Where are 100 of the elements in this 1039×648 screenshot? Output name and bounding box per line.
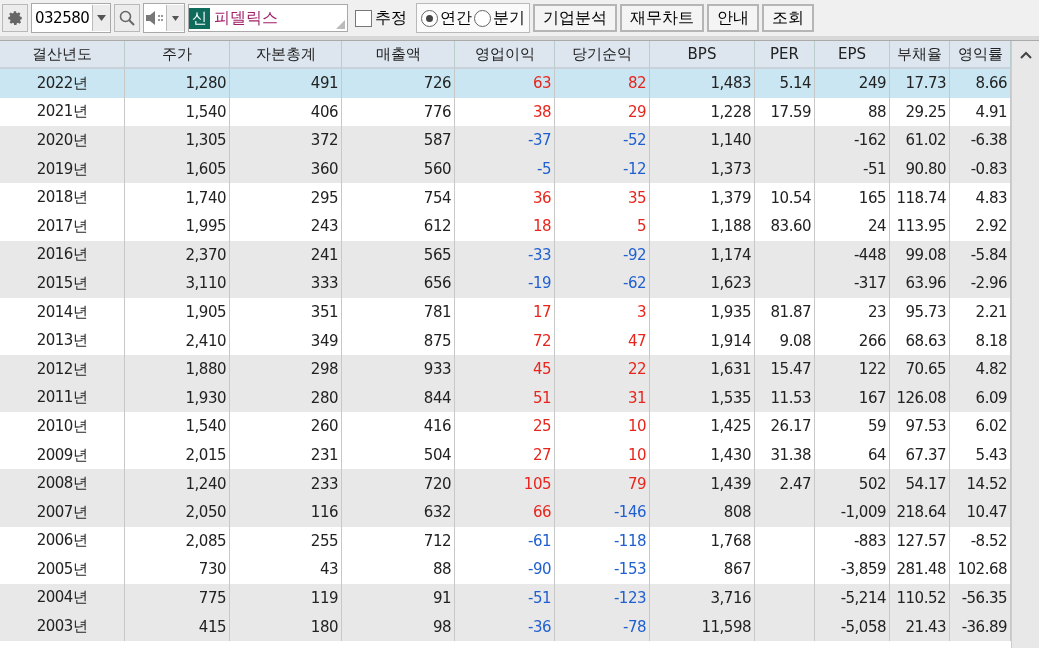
settings-button[interactable] xyxy=(2,4,28,32)
table-cell: 2,370 xyxy=(125,240,230,270)
table-cell: -5,214 xyxy=(815,583,890,613)
toolbar-button[interactable]: 기업분석 xyxy=(533,4,618,32)
stock-name: 피델릭스 xyxy=(214,7,279,29)
table-cell: 656 xyxy=(342,269,455,298)
table-cell: 21.43 xyxy=(890,612,950,641)
table-cell: 2007년 xyxy=(0,497,125,527)
table-cell: 560 xyxy=(342,154,455,184)
settings-icon xyxy=(6,9,24,27)
column-header: 당기순익 xyxy=(555,41,650,69)
table-cell: 2,050 xyxy=(125,497,230,527)
toolbar-button[interactable]: 재무차트 xyxy=(620,4,705,32)
table-cell: 2019년 xyxy=(0,154,125,184)
search-icon xyxy=(119,10,136,26)
caret-icon xyxy=(97,15,107,21)
stock-name-field[interactable]: 신 피델릭스 xyxy=(188,4,349,32)
table-cell: 126.08 xyxy=(890,383,950,413)
table-cell: -317 xyxy=(815,269,890,298)
stock-code: 032580 xyxy=(34,9,91,27)
table-cell: 51 xyxy=(455,383,555,413)
table-cell xyxy=(755,269,815,298)
table-cell xyxy=(755,240,815,270)
table-cell: -62 xyxy=(555,269,650,298)
radio-label: 연간 xyxy=(440,7,473,29)
table-cell: 1,240 xyxy=(125,469,230,498)
table-cell xyxy=(755,497,815,527)
table-cell: 5.14 xyxy=(755,69,815,98)
stock-code-combo[interactable]: 032580 xyxy=(31,3,112,33)
table-cell: 15.47 xyxy=(755,354,815,384)
table-cell: 70.65 xyxy=(890,354,950,384)
table-cell: 808 xyxy=(650,497,755,527)
table-cell: 233 xyxy=(230,469,342,498)
resize-grip-icon xyxy=(336,20,346,29)
table-cell: 2008년 xyxy=(0,469,125,498)
table-cell: 119 xyxy=(230,583,342,613)
table-cell: 1,140 xyxy=(650,126,755,155)
table-cell: 22 xyxy=(555,354,650,384)
table-cell: 8.66 xyxy=(950,69,1011,98)
dropdown-button[interactable] xyxy=(166,5,185,31)
table-cell: 360 xyxy=(230,154,342,184)
table-cell: -51 xyxy=(455,583,555,613)
table-cell: -123 xyxy=(555,583,650,613)
speaker-button[interactable] xyxy=(143,3,186,33)
toolbar-button[interactable]: 조회 xyxy=(762,4,815,32)
table-cell: -19 xyxy=(455,269,555,298)
table-cell: 66 xyxy=(455,497,555,527)
table-cell: -2.96 xyxy=(950,269,1011,298)
table-cell: 180 xyxy=(230,612,342,641)
table-cell: 1,880 xyxy=(125,354,230,384)
table-cell: -12 xyxy=(555,154,650,184)
table-cell: 105 xyxy=(455,469,555,498)
table-cell: 122 xyxy=(815,354,890,384)
table-cell: 333 xyxy=(230,269,342,298)
column-header: BPS xyxy=(650,41,755,69)
market-badge: 신 xyxy=(189,7,211,29)
table-cell: -33 xyxy=(455,240,555,270)
scrollbar[interactable] xyxy=(1011,41,1039,648)
table-cell: -5,058 xyxy=(815,612,890,641)
table-cell: 1,305 xyxy=(125,126,230,155)
table-cell: 1,174 xyxy=(650,240,755,270)
radio-button[interactable] xyxy=(421,9,439,27)
table-cell: 116 xyxy=(230,497,342,527)
table-cell: 632 xyxy=(342,497,455,527)
checkbox-label: 추정 xyxy=(375,7,408,29)
table-cell: 1,623 xyxy=(650,269,755,298)
toolbar-button[interactable]: 안내 xyxy=(707,4,760,32)
table-cell: 63 xyxy=(455,69,555,98)
table-cell: 218.64 xyxy=(890,497,950,527)
estimate-checkbox[interactable] xyxy=(355,9,373,27)
table-cell xyxy=(755,612,815,641)
table-cell: 2022년 xyxy=(0,69,125,98)
table-cell: 31 xyxy=(555,383,650,413)
table-cell: 167 xyxy=(815,383,890,413)
table-cell: 2012년 xyxy=(0,354,125,384)
table-cell: 1,439 xyxy=(650,469,755,498)
table-cell: -1,009 xyxy=(815,497,890,527)
table-cell: 726 xyxy=(342,69,455,98)
table-cell: 11,598 xyxy=(650,612,755,641)
radio-button[interactable] xyxy=(474,9,492,27)
table-cell: 1,535 xyxy=(650,383,755,413)
table-cell: 63.96 xyxy=(890,269,950,298)
table-cell: 6.09 xyxy=(950,383,1011,413)
column-header: 주가 xyxy=(125,41,230,69)
column-header: 영업이익 xyxy=(455,41,555,69)
column-header: EPS xyxy=(815,41,890,69)
table-cell: -78 xyxy=(555,612,650,641)
table-cell: 10.47 xyxy=(950,497,1011,527)
table-cell: 775 xyxy=(125,583,230,613)
column-header: 영익률 xyxy=(950,41,1011,69)
table-cell: 45 xyxy=(455,354,555,384)
table-cell: 1,373 xyxy=(650,154,755,184)
table-cell: 241 xyxy=(230,240,342,270)
search-button[interactable] xyxy=(114,4,141,32)
table-cell: 17.73 xyxy=(890,69,950,98)
table-cell: -36.89 xyxy=(950,612,1011,641)
dropdown-button[interactable] xyxy=(92,5,111,31)
table-cell: -5 xyxy=(455,154,555,184)
table-cell: 280 xyxy=(230,383,342,413)
table-cell: -0.83 xyxy=(950,154,1011,184)
